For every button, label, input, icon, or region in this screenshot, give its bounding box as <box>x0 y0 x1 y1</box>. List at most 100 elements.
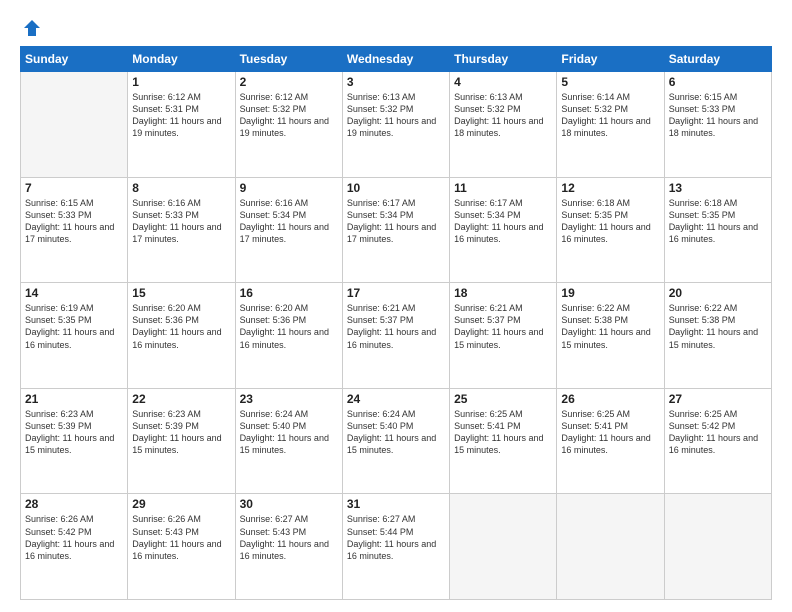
day-number: 7 <box>25 181 123 195</box>
day-number: 21 <box>25 392 123 406</box>
calendar-cell: 17 Sunrise: 6:21 AM Sunset: 5:37 PM Dayli… <box>342 283 449 389</box>
day-info: Sunrise: 6:24 AM Sunset: 5:40 PM Dayligh… <box>240 408 338 457</box>
day-info: Sunrise: 6:15 AM Sunset: 5:33 PM Dayligh… <box>25 197 123 246</box>
header-cell-thursday: Thursday <box>450 47 557 72</box>
day-info: Sunrise: 6:24 AM Sunset: 5:40 PM Dayligh… <box>347 408 445 457</box>
day-number: 13 <box>669 181 767 195</box>
day-info: Sunrise: 6:23 AM Sunset: 5:39 PM Dayligh… <box>132 408 230 457</box>
day-info: Sunrise: 6:26 AM Sunset: 5:43 PM Dayligh… <box>132 513 230 562</box>
calendar-cell: 22 Sunrise: 6:23 AM Sunset: 5:39 PM Dayli… <box>128 388 235 494</box>
day-number: 2 <box>240 75 338 89</box>
calendar-cell <box>21 72 128 178</box>
day-info: Sunrise: 6:21 AM Sunset: 5:37 PM Dayligh… <box>347 302 445 351</box>
header-cell-tuesday: Tuesday <box>235 47 342 72</box>
day-number: 25 <box>454 392 552 406</box>
day-info: Sunrise: 6:27 AM Sunset: 5:43 PM Dayligh… <box>240 513 338 562</box>
header <box>20 18 772 38</box>
day-number: 18 <box>454 286 552 300</box>
day-number: 5 <box>561 75 659 89</box>
day-number: 31 <box>347 497 445 511</box>
logo <box>20 18 42 38</box>
calendar-cell: 20 Sunrise: 6:22 AM Sunset: 5:38 PM Dayli… <box>664 283 771 389</box>
calendar-cell <box>557 494 664 600</box>
week-row-4: 28Sunrise: 6:26 AM Sunset: 5:42 PM Dayli… <box>21 494 772 600</box>
day-info: Sunrise: 6:16 AM Sunset: 5:34 PM Dayligh… <box>240 197 338 246</box>
day-number: 11 <box>454 181 552 195</box>
day-number: 14 <box>25 286 123 300</box>
day-number: 30 <box>240 497 338 511</box>
week-row-0: 1Sunrise: 6:12 AM Sunset: 5:31 PM Daylig… <box>21 72 772 178</box>
day-info: Sunrise: 6:25 AM Sunset: 5:42 PM Dayligh… <box>669 408 767 457</box>
calendar-cell: 23 Sunrise: 6:24 AM Sunset: 5:40 PM Dayli… <box>235 388 342 494</box>
day-number: 17 <box>347 286 445 300</box>
day-info: Sunrise: 6:14 AM Sunset: 5:32 PM Dayligh… <box>561 91 659 140</box>
header-cell-friday: Friday <box>557 47 664 72</box>
day-number: 29 <box>132 497 230 511</box>
header-cell-wednesday: Wednesday <box>342 47 449 72</box>
day-number: 9 <box>240 181 338 195</box>
calendar-cell <box>664 494 771 600</box>
calendar-cell: 28Sunrise: 6:26 AM Sunset: 5:42 PM Dayli… <box>21 494 128 600</box>
calendar-cell: 8 Sunrise: 6:16 AM Sunset: 5:33 PM Daylig… <box>128 177 235 283</box>
calendar-cell: 13 Sunrise: 6:18 AM Sunset: 5:35 PM Dayli… <box>664 177 771 283</box>
day-number: 6 <box>669 75 767 89</box>
day-number: 15 <box>132 286 230 300</box>
calendar-cell: 5 Sunrise: 6:14 AM Sunset: 5:32 PM Daylig… <box>557 72 664 178</box>
day-info: Sunrise: 6:26 AM Sunset: 5:42 PM Dayligh… <box>25 513 123 562</box>
day-number: 22 <box>132 392 230 406</box>
day-info: Sunrise: 6:13 AM Sunset: 5:32 PM Dayligh… <box>347 91 445 140</box>
day-info: Sunrise: 6:22 AM Sunset: 5:38 PM Dayligh… <box>669 302 767 351</box>
page: SundayMondayTuesdayWednesdayThursdayFrid… <box>0 0 792 612</box>
day-number: 23 <box>240 392 338 406</box>
calendar-cell: 1Sunrise: 6:12 AM Sunset: 5:31 PM Daylig… <box>128 72 235 178</box>
day-info: Sunrise: 6:18 AM Sunset: 5:35 PM Dayligh… <box>561 197 659 246</box>
day-number: 24 <box>347 392 445 406</box>
day-number: 20 <box>669 286 767 300</box>
calendar-cell: 26 Sunrise: 6:25 AM Sunset: 5:41 PM Dayli… <box>557 388 664 494</box>
day-number: 3 <box>347 75 445 89</box>
calendar-cell: 12 Sunrise: 6:18 AM Sunset: 5:35 PM Dayli… <box>557 177 664 283</box>
calendar-cell: 24 Sunrise: 6:24 AM Sunset: 5:40 PM Dayli… <box>342 388 449 494</box>
calendar-cell: 21 Sunrise: 6:23 AM Sunset: 5:39 PM Dayli… <box>21 388 128 494</box>
day-number: 26 <box>561 392 659 406</box>
week-row-3: 21 Sunrise: 6:23 AM Sunset: 5:39 PM Dayli… <box>21 388 772 494</box>
day-info: Sunrise: 6:20 AM Sunset: 5:36 PM Dayligh… <box>240 302 338 351</box>
day-info: Sunrise: 6:23 AM Sunset: 5:39 PM Dayligh… <box>25 408 123 457</box>
day-info: Sunrise: 6:18 AM Sunset: 5:35 PM Dayligh… <box>669 197 767 246</box>
calendar-cell: 11 Sunrise: 6:17 AM Sunset: 5:34 PM Dayli… <box>450 177 557 283</box>
day-info: Sunrise: 6:21 AM Sunset: 5:37 PM Dayligh… <box>454 302 552 351</box>
day-info: Sunrise: 6:27 AM Sunset: 5:44 PM Dayligh… <box>347 513 445 562</box>
day-number: 1 <box>132 75 230 89</box>
calendar-cell: 2Sunrise: 6:12 AM Sunset: 5:32 PM Daylig… <box>235 72 342 178</box>
calendar-table: SundayMondayTuesdayWednesdayThursdayFrid… <box>20 46 772 600</box>
day-info: Sunrise: 6:20 AM Sunset: 5:36 PM Dayligh… <box>132 302 230 351</box>
logo-icon <box>22 18 42 38</box>
calendar-cell <box>450 494 557 600</box>
day-info: Sunrise: 6:16 AM Sunset: 5:33 PM Dayligh… <box>132 197 230 246</box>
header-cell-saturday: Saturday <box>664 47 771 72</box>
calendar-cell: 15 Sunrise: 6:20 AM Sunset: 5:36 PM Dayli… <box>128 283 235 389</box>
day-number: 27 <box>669 392 767 406</box>
day-number: 19 <box>561 286 659 300</box>
calendar-cell: 3 Sunrise: 6:13 AM Sunset: 5:32 PM Daylig… <box>342 72 449 178</box>
calendar-cell: 31 Sunrise: 6:27 AM Sunset: 5:44 PM Dayli… <box>342 494 449 600</box>
calendar-cell: 25Sunrise: 6:25 AM Sunset: 5:41 PM Dayli… <box>450 388 557 494</box>
day-number: 16 <box>240 286 338 300</box>
calendar-cell: 14 Sunrise: 6:19 AM Sunset: 5:35 PM Dayli… <box>21 283 128 389</box>
calendar-cell: 16 Sunrise: 6:20 AM Sunset: 5:36 PM Dayli… <box>235 283 342 389</box>
day-info: Sunrise: 6:19 AM Sunset: 5:35 PM Dayligh… <box>25 302 123 351</box>
week-row-1: 7 Sunrise: 6:15 AM Sunset: 5:33 PM Daylig… <box>21 177 772 283</box>
day-number: 12 <box>561 181 659 195</box>
day-info: Sunrise: 6:17 AM Sunset: 5:34 PM Dayligh… <box>454 197 552 246</box>
day-info: Sunrise: 6:13 AM Sunset: 5:32 PM Dayligh… <box>454 91 552 140</box>
calendar-cell: 9 Sunrise: 6:16 AM Sunset: 5:34 PM Daylig… <box>235 177 342 283</box>
day-number: 8 <box>132 181 230 195</box>
calendar-cell: 4 Sunrise: 6:13 AM Sunset: 5:32 PM Daylig… <box>450 72 557 178</box>
calendar-cell: 19Sunrise: 6:22 AM Sunset: 5:38 PM Dayli… <box>557 283 664 389</box>
calendar-cell: 10Sunrise: 6:17 AM Sunset: 5:34 PM Dayli… <box>342 177 449 283</box>
day-info: Sunrise: 6:15 AM Sunset: 5:33 PM Dayligh… <box>669 91 767 140</box>
day-number: 10 <box>347 181 445 195</box>
day-info: Sunrise: 6:25 AM Sunset: 5:41 PM Dayligh… <box>561 408 659 457</box>
day-number: 4 <box>454 75 552 89</box>
header-cell-sunday: Sunday <box>21 47 128 72</box>
